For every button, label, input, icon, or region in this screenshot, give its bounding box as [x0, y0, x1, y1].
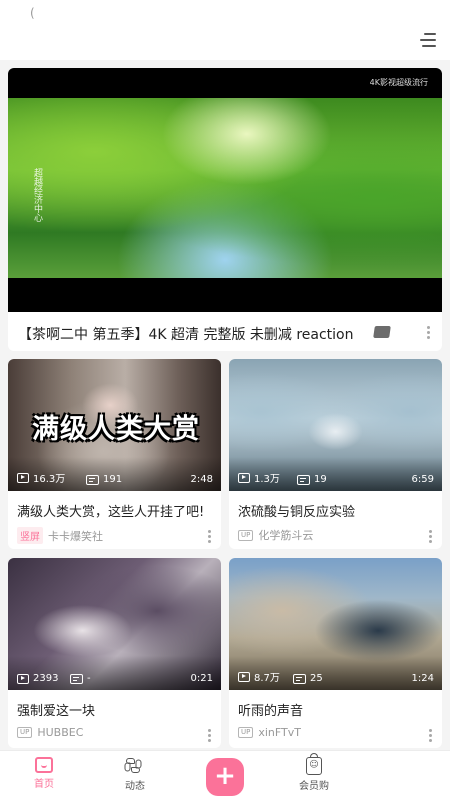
nav-home-label: 首页: [34, 779, 54, 790]
thumbnail-overlay-text: 满级人类大赏: [32, 414, 200, 445]
danmaku-icon: [293, 673, 306, 684]
view-count: 8.7万: [238, 669, 280, 684]
top-bar: (: [0, 0, 450, 60]
featured-video-thumbnail[interactable]: 4K影视超级流行 超越经济中心: [8, 68, 442, 312]
play-count-icon: [17, 472, 29, 483]
video-title[interactable]: 满级人类大赏，这些人开挂了吧!: [17, 501, 204, 520]
video-title[interactable]: 听雨的声音: [238, 700, 303, 719]
forest-scene-image: [8, 98, 442, 278]
video-card[interactable]: 2393 - 0:21 强制爱这一块 UP HUBBEC: [8, 558, 221, 748]
more-options-icon[interactable]: [426, 326, 430, 340]
video-thumbnail[interactable]: 满级人类大赏 16.3万 191 2:48: [8, 359, 221, 491]
more-options-icon[interactable]: [207, 530, 211, 544]
danmaku-icon: [297, 474, 310, 485]
more-options-icon[interactable]: [207, 729, 211, 743]
cast-icon[interactable]: [373, 326, 391, 338]
featured-video-card[interactable]: 4K影视超级流行 超越经济中心 【茶啊二中 第五季】4K 超清 完整版 未删减 …: [8, 68, 442, 351]
up-icon: UP: [17, 727, 33, 738]
danmaku-count: 191: [86, 474, 122, 485]
add-button[interactable]: +: [206, 758, 244, 796]
home-icon: [35, 757, 53, 773]
video-meta: 竖屏 卡卡爆笑社: [17, 527, 103, 544]
video-card[interactable]: 满级人类大赏 16.3万 191 2:48 满级人类大赏，这些人开挂了吧! 竖屏…: [8, 359, 221, 549]
video-meta: UP xinFTvT: [238, 726, 301, 739]
video-duration: 0:21: [190, 673, 213, 684]
video-meta: UP 化学筋斗云: [238, 527, 313, 543]
nav-shop[interactable]: ☺ 会员购: [284, 753, 344, 792]
video-thumbnail[interactable]: 2393 - 0:21: [8, 558, 221, 690]
more-options-icon[interactable]: [428, 729, 432, 743]
status-indicator: (: [30, 6, 35, 20]
view-count: 1.3万: [238, 470, 280, 485]
video-thumbnail[interactable]: 8.7万 25 1:24: [229, 558, 442, 690]
nav-dynamic[interactable]: 动态: [105, 757, 165, 792]
view-count: 16.3万: [17, 470, 65, 485]
video-meta: UP HUBBEC: [17, 726, 83, 739]
play-count-icon: [238, 472, 250, 483]
shopping-bag-icon: ☺: [306, 753, 322, 775]
video-duration: 2:48: [190, 474, 213, 485]
danmaku-icon: [70, 673, 83, 684]
author-name[interactable]: xinFTvT: [258, 726, 301, 739]
up-icon: UP: [238, 727, 254, 738]
video-card[interactable]: 8.7万 25 1:24 听雨的声音 UP xinFTvT: [229, 558, 442, 748]
video-title[interactable]: 浓硫酸与铜反应实验: [238, 501, 355, 520]
danmaku-icon: [86, 474, 99, 485]
author-name[interactable]: 卡卡爆笑社: [48, 528, 103, 544]
author-name[interactable]: 化学筋斗云: [258, 527, 313, 543]
video-duration: 6:59: [411, 474, 434, 485]
more-options-icon[interactable]: [428, 530, 432, 544]
video-card[interactable]: 1.3万 19 6:59 浓硫酸与铜反应实验 UP 化学筋斗云: [229, 359, 442, 549]
play-count-icon: [17, 673, 29, 684]
nav-home[interactable]: 首页: [14, 757, 74, 790]
featured-video-title[interactable]: 【茶啊二中 第五季】4K 超清 完整版 未删减 reaction: [18, 324, 354, 344]
author-name[interactable]: HUBBEC: [37, 726, 83, 739]
video-badge: 4K影视超级流行: [369, 78, 428, 87]
nav-shop-label: 会员购: [299, 781, 329, 792]
video-thumbnail[interactable]: 1.3万 19 6:59: [229, 359, 442, 491]
danmaku-count: 25: [293, 673, 323, 684]
up-icon: UP: [238, 529, 254, 541]
video-caption: 超越经济中心: [32, 168, 42, 222]
video-title[interactable]: 强制爱这一块: [17, 700, 95, 719]
vertical-tag: 竖屏: [17, 527, 43, 544]
play-count-icon: [238, 671, 250, 682]
menu-icon[interactable]: [420, 33, 436, 47]
danmaku-count: 19: [297, 474, 327, 485]
nav-dynamic-label: 动态: [125, 781, 145, 792]
pinwheel-icon: [124, 757, 145, 775]
view-count: 2393: [17, 673, 58, 684]
danmaku-count: -: [70, 673, 91, 684]
video-duration: 1:24: [411, 673, 434, 684]
